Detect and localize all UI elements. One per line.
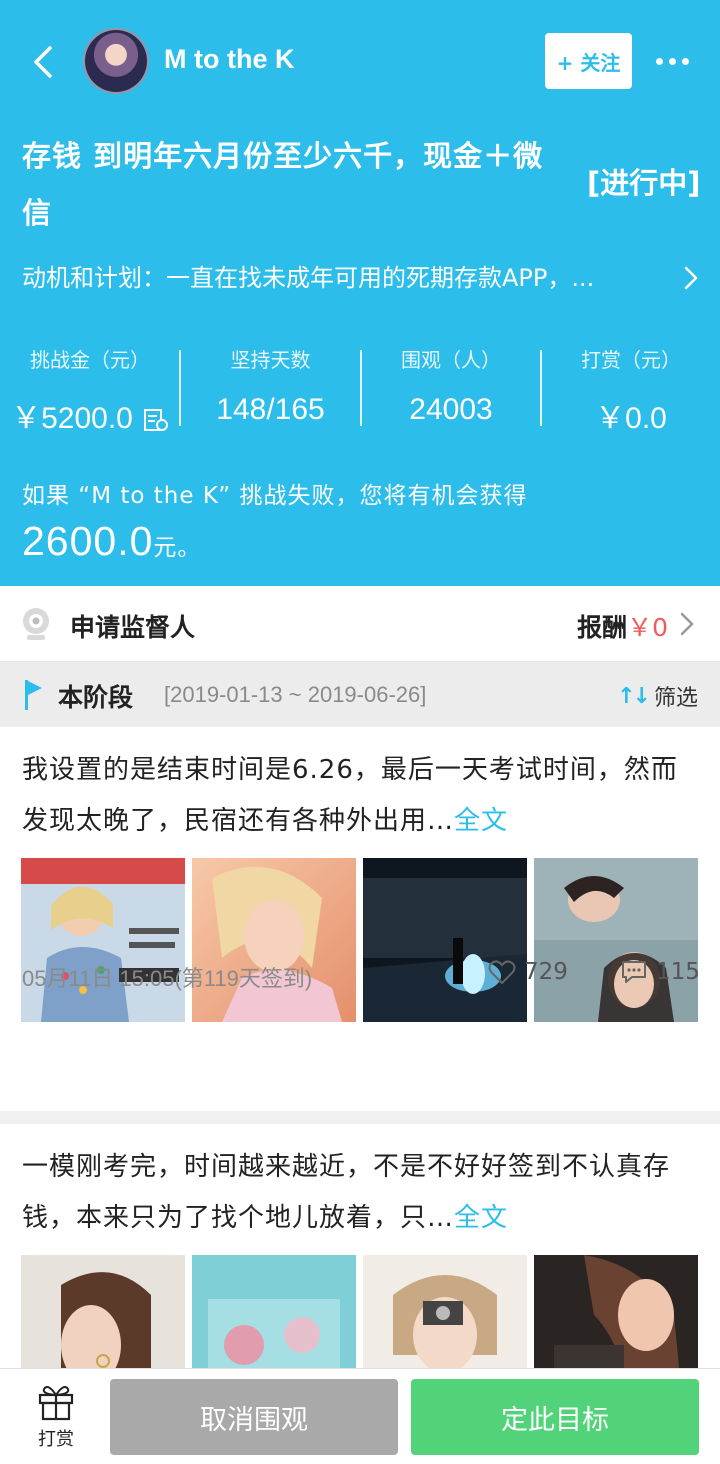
- post-text: 我设置的是结束时间是6.26，最后一天考试时间，然而发现太晚了，民宿还有各种外出…: [22, 745, 698, 847]
- stage-date-range: [2019-01-13 ~ 2019-06-26]: [164, 682, 427, 707]
- reward-value: 2600.0: [22, 518, 154, 564]
- reward-description: 如果 “M to the K” 挑战失败，您将有机会获得: [22, 483, 528, 509]
- checkin-post[interactable]: 我设置的是结束时间是6.26，最后一天考试时间，然而发现太晚了，民宿还有各种外出…: [0, 727, 720, 1111]
- post-image-grid: [21, 858, 699, 1022]
- cancel-watch-button[interactable]: 取消围观: [110, 1379, 398, 1455]
- post-image[interactable]: [534, 858, 698, 1022]
- filter-label: 筛选: [653, 686, 698, 711]
- goal-title: 存钱 到明年六月份至少六千，现金＋微信: [22, 139, 544, 230]
- stat-watchers: 围观（人） 24003: [362, 344, 540, 427]
- post-date: 05月11日 15:05(第119天签到): [22, 966, 313, 991]
- read-more-link[interactable]: 全文: [454, 1203, 508, 1233]
- stat-tips: 打赏（元） ￥0.0: [542, 344, 720, 437]
- post-body: 一模刚考完，时间越来越近，不是不好好签到不认真存钱，本来只为了找个地儿放着，只…: [22, 1152, 671, 1233]
- stage-header: 本阶段 [2019-01-13 ~ 2019-06-26] ↑↓ 筛选: [0, 662, 720, 726]
- supervisor-reward: 报酬￥0: [577, 608, 668, 644]
- stat-label: 围观（人）: [401, 348, 501, 372]
- post-image[interactable]: [21, 858, 185, 1022]
- filter-button[interactable]: ↑↓ 筛选: [617, 680, 698, 712]
- reward-amount: 2600.0元。: [22, 518, 201, 565]
- stat-value: 148/165: [216, 393, 325, 426]
- motivation-text[interactable]: 动机和计划：一直在找未成年可用的死期存款APP，...: [22, 258, 672, 293]
- like-count: 729: [524, 959, 568, 985]
- user-avatar[interactable]: [83, 28, 149, 94]
- post-image[interactable]: [192, 858, 356, 1022]
- read-more-link[interactable]: 全文: [454, 806, 508, 836]
- gift-icon: [38, 1386, 74, 1421]
- stat-value-wrap: ￥5200.0: [0, 393, 180, 437]
- reward-unit: 元。: [153, 534, 202, 560]
- more-options-icon[interactable]: [656, 50, 696, 72]
- stat-value: 24003: [409, 393, 493, 426]
- checkin-post[interactable]: 一模刚考完，时间越来越近，不是不好好签到不认真存钱，本来只为了找个地儿放着，只……: [0, 1124, 720, 1368]
- user-name[interactable]: M to the K: [164, 44, 294, 75]
- set-goal-button[interactable]: 定此目标: [411, 1379, 699, 1455]
- comment-count: 115: [656, 959, 700, 985]
- follow-button[interactable]: + 关注: [545, 33, 632, 89]
- post-image[interactable]: [21, 1255, 185, 1368]
- comment-button[interactable]: 115: [620, 959, 700, 985]
- post-text: 一模刚考完，时间越来越近，不是不好好签到不认真存钱，本来只为了找个地儿放着，只……: [22, 1142, 698, 1244]
- sort-icon: ↑↓: [617, 683, 651, 709]
- stat-value: ￥0.0: [595, 402, 667, 435]
- stat-days: 坚持天数 148/165: [181, 344, 360, 427]
- stat-label: 挑战金（元）: [30, 348, 150, 372]
- post-image-grid: [21, 1255, 699, 1368]
- flag-icon: [25, 680, 42, 710]
- reward-label: 报酬: [577, 613, 628, 642]
- stat-label: 坚持天数: [230, 348, 311, 372]
- stat-value: ￥5200.0: [11, 402, 133, 435]
- comment-icon: [622, 961, 646, 983]
- back-arrow-icon[interactable]: [26, 40, 66, 84]
- stage-title: 本阶段: [58, 683, 134, 712]
- tip-button[interactable]: 打赏: [22, 1381, 90, 1451]
- post-image[interactable]: [534, 1255, 698, 1368]
- post-meta: 05月11日 15:05(第119天签到) 729 115: [22, 959, 700, 993]
- bottom-action-bar: 打赏 取消围观 定此目标: [0, 1368, 720, 1464]
- heart-icon: [488, 960, 516, 985]
- like-button[interactable]: 729: [488, 959, 568, 985]
- post-image[interactable]: [363, 858, 527, 1022]
- tip-label: 打赏: [38, 1429, 74, 1450]
- apply-supervisor-row[interactable]: 申请监督人 报酬￥0: [0, 586, 720, 662]
- post-image[interactable]: [192, 1255, 356, 1368]
- stat-label: 打赏（元）: [581, 348, 681, 372]
- post-image[interactable]: [363, 1255, 527, 1368]
- goal-status: [进行中]: [587, 166, 701, 200]
- document-icon[interactable]: [143, 408, 169, 432]
- chevron-right-icon[interactable]: [682, 264, 700, 292]
- stat-challenge-money: 挑战金（元） ￥5200.0: [0, 344, 180, 437]
- post-body: 我设置的是结束时间是6.26，最后一天考试时间，然而发现太晚了，民宿还有各种外出…: [22, 755, 678, 836]
- stats-row: 挑战金（元） ￥5200.0 坚持天数 148/165 围观（人） 24003 …: [0, 344, 720, 437]
- chevron-right-icon: [680, 612, 694, 636]
- goal-header: M to the K + 关注 存钱 到明年六月份至少六千，现金＋微信 [进行中…: [0, 0, 720, 586]
- webcam-icon: [23, 608, 49, 640]
- reward-value: ￥0: [627, 613, 668, 642]
- apply-supervisor-label: 申请监督人: [70, 613, 196, 642]
